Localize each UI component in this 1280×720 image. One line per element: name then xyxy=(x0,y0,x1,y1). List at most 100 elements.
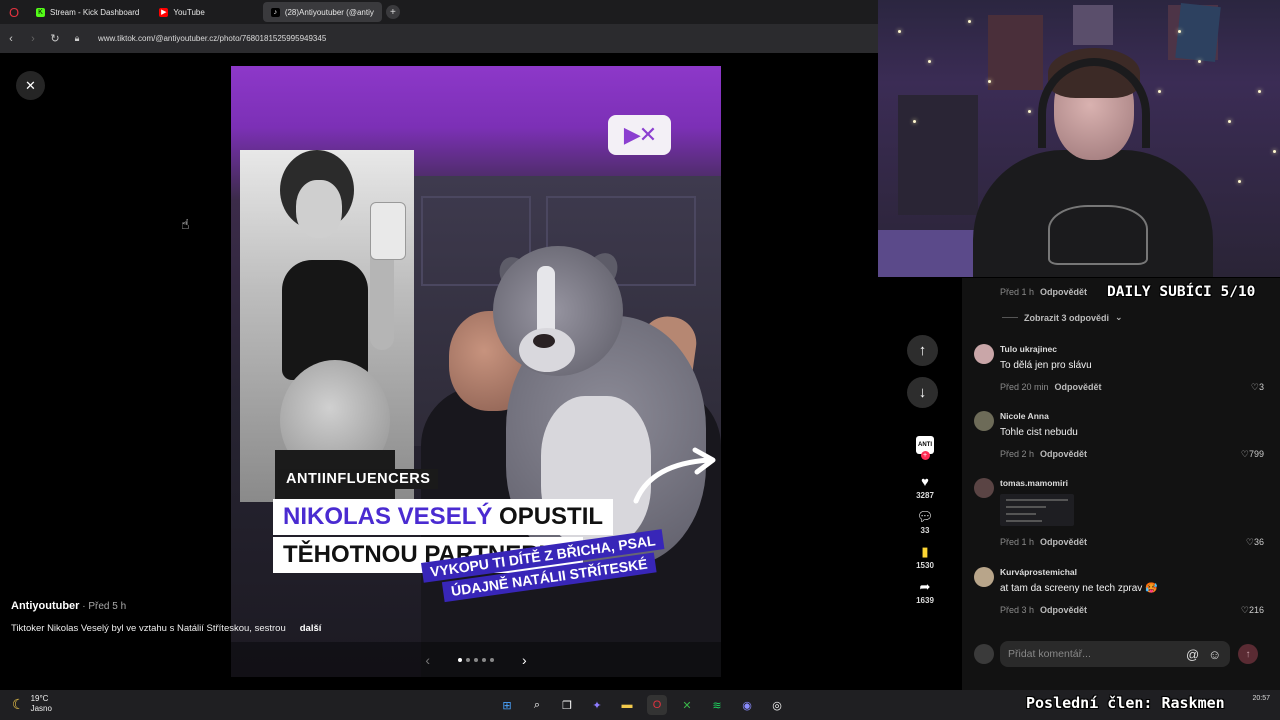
lock-icon[interactable]: 🔒︎ xyxy=(66,33,88,44)
avatar[interactable] xyxy=(974,411,994,431)
chevron-down-icon: ⌄ xyxy=(1115,312,1123,322)
opera-icon[interactable]: O xyxy=(6,4,22,20)
carousel-controls: ‹ › xyxy=(231,642,721,677)
comment-action[interactable]: 💬︎ 33 xyxy=(917,509,934,535)
last-member-text: Poslední člen: Raskmen xyxy=(1026,694,1225,712)
reply-button[interactable]: Odpovědět xyxy=(1040,449,1087,459)
comment-time: Před 1 h xyxy=(1000,287,1035,297)
description-text: Tiktoker Nikolas Veselý byl ve vztahu s … xyxy=(11,623,286,634)
weather-widget[interactable]: ☾ 19°C Jasno xyxy=(12,694,52,714)
woman-face xyxy=(296,180,342,238)
arrow-up-icon[interactable]: ↑ xyxy=(907,335,938,366)
share-action[interactable]: ➦ 1639 xyxy=(916,579,934,605)
shirt-print xyxy=(1048,205,1148,265)
carousel-dot[interactable] xyxy=(458,657,462,662)
spotify-icon[interactable]: ≋ xyxy=(707,695,727,715)
url-field[interactable]: www.tiktok.com/@antiyoutuber.cz/photo/76… xyxy=(98,34,326,43)
avatar[interactable] xyxy=(974,344,994,364)
reply-button[interactable]: Odpovědět xyxy=(1040,537,1087,547)
carousel-dot[interactable] xyxy=(466,657,470,662)
clock[interactable]: 20:57 xyxy=(1252,694,1270,703)
forward-icon[interactable]: › xyxy=(22,33,44,45)
comment-screenshot-image[interactable] xyxy=(1000,494,1074,526)
comment-likes[interactable]: ♡36 xyxy=(1246,537,1264,548)
avatar[interactable] xyxy=(974,478,994,498)
reply-button[interactable]: Odpovědět xyxy=(1040,287,1087,297)
heart-outline-icon: ♡ xyxy=(1240,449,1249,459)
new-tab-button[interactable]: + xyxy=(385,5,400,19)
search-icon[interactable]: ⌕ xyxy=(527,695,547,715)
category-tag: ANTIINFLUENCERS xyxy=(278,469,439,489)
carousel-next-icon[interactable]: › xyxy=(522,652,527,668)
copilot-icon[interactable]: ✦ xyxy=(587,695,607,715)
moon-icon: ☾ xyxy=(12,695,25,712)
tab-kick[interactable]: K Stream - Kick Dashboard xyxy=(28,2,147,22)
taskbar-apps: ⊞ ⌕ ❐ ✦ ▬ O ✕ ≋ ◉ ◎ xyxy=(497,695,787,715)
mention-icon[interactable]: @ xyxy=(1186,647,1199,662)
phone xyxy=(370,202,406,260)
tiktok-icon: ♪ xyxy=(270,7,280,17)
comments-panel: Před 1 h Odpovědět Zobrazit 3 odpovědi ⌄ T… xyxy=(962,278,1280,690)
comment-likes[interactable]: ♡799 xyxy=(1241,449,1264,460)
comment-meta: Před 3 h Odpovědět xyxy=(1000,605,1087,615)
author-name[interactable]: Antiyoutuber xyxy=(11,600,79,612)
tab-youtube[interactable]: ▶ YouTube xyxy=(151,2,212,22)
comment-user[interactable]: Kurvápr​ostemichal xyxy=(1000,567,1077,577)
task-view-icon[interactable]: ❐ xyxy=(557,695,577,715)
post-photo[interactable]: ▶✕ ANTIINFLUENCERS NIKOLAS VESELÝ OPUSTI… xyxy=(231,66,721,677)
avatar xyxy=(974,644,994,664)
comment-user[interactable]: Nicole Anna xyxy=(1000,411,1049,421)
reply-button[interactable]: Odpovědět xyxy=(1055,382,1102,392)
wall-poster xyxy=(988,15,1043,90)
like-count: 216 xyxy=(1248,605,1264,615)
more-link[interactable]: další xyxy=(300,623,322,634)
share-icon: ➦ xyxy=(919,579,931,594)
like-action[interactable]: ♥ 3287 xyxy=(916,474,934,500)
address-bar: ‹ › ↻ 🔒︎ www.tiktok.com/@antiyoutuber.cz… xyxy=(0,24,878,53)
carousel-dot[interactable] xyxy=(490,657,494,662)
carousel-dot[interactable] xyxy=(474,657,478,662)
pennant xyxy=(1175,3,1221,62)
comment-meta: Před 1 h Odpovědět xyxy=(1000,537,1087,547)
file-explorer-icon[interactable]: ▬ xyxy=(617,695,637,715)
reply-button[interactable]: Odpovědět xyxy=(1040,605,1087,615)
back-icon[interactable]: ‹ xyxy=(0,33,22,45)
close-icon[interactable]: ✕ xyxy=(16,71,45,100)
view-replies-label: Zobrazit 3 odpovědi xyxy=(1024,312,1110,323)
avatar[interactable] xyxy=(974,567,994,587)
like-count: 3287 xyxy=(916,491,934,500)
obs-icon[interactable]: ◎ xyxy=(767,695,787,715)
opera-icon[interactable]: O xyxy=(647,695,667,715)
comment-user[interactable]: Tulo ukrajinec xyxy=(1000,344,1057,354)
comment-likes[interactable]: ♡216 xyxy=(1241,605,1264,616)
emoji-icon[interactable]: ☺ xyxy=(1208,647,1221,662)
carousel-prev-icon[interactable]: ‹ xyxy=(425,652,430,668)
tab-tiktok[interactable]: ♪ (28)Antiyoutuber (@antiy xyxy=(262,2,382,22)
send-icon[interactable]: ↑ xyxy=(1238,644,1258,664)
bookmark-action[interactable]: ▮ 1530 xyxy=(916,544,934,570)
reload-icon[interactable]: ↻ xyxy=(44,32,66,45)
follow-plus-icon[interactable]: + xyxy=(920,451,930,460)
view-replies-button[interactable]: Zobrazit 3 odpovědi ⌄ xyxy=(1002,312,1123,323)
antiyoutuber-logo: ▶✕ xyxy=(608,115,671,155)
comment-text: To dělá jen pro slávu xyxy=(1000,360,1092,371)
comment-time: Před 1 h xyxy=(1000,537,1035,547)
carousel-dots xyxy=(458,657,494,662)
discord-icon[interactable]: ◉ xyxy=(737,695,757,715)
comment-input-row: @ ☺ ↑ xyxy=(974,640,1268,668)
comment-text: Tohle cist nebudu xyxy=(1000,427,1078,438)
bookmark-icon: ▮ xyxy=(921,544,929,559)
wall-poster xyxy=(1073,5,1113,45)
post-time: · Před 5 h xyxy=(79,601,127,612)
comment-likes[interactable]: ♡3 xyxy=(1251,382,1264,393)
tab-bar: O K Stream - Kick Dashboard ▶ YouTube ♪ … xyxy=(0,0,878,24)
comment-icon: 💬︎ xyxy=(916,509,934,524)
comment-meta: Před 2 h Odpovědět xyxy=(1000,449,1087,459)
arrow-down-icon[interactable]: ↓ xyxy=(907,377,938,408)
headline-line-1: NIKOLAS VESELÝ OPUSTIL xyxy=(273,499,614,535)
windows-start-icon[interactable]: ⊞ xyxy=(497,695,517,715)
tab-label: YouTube xyxy=(173,7,205,17)
carousel-dot[interactable] xyxy=(482,657,486,662)
comment-user[interactable]: tomas.mamomiri xyxy=(1000,478,1068,488)
xbox-icon[interactable]: ✕ xyxy=(677,695,697,715)
